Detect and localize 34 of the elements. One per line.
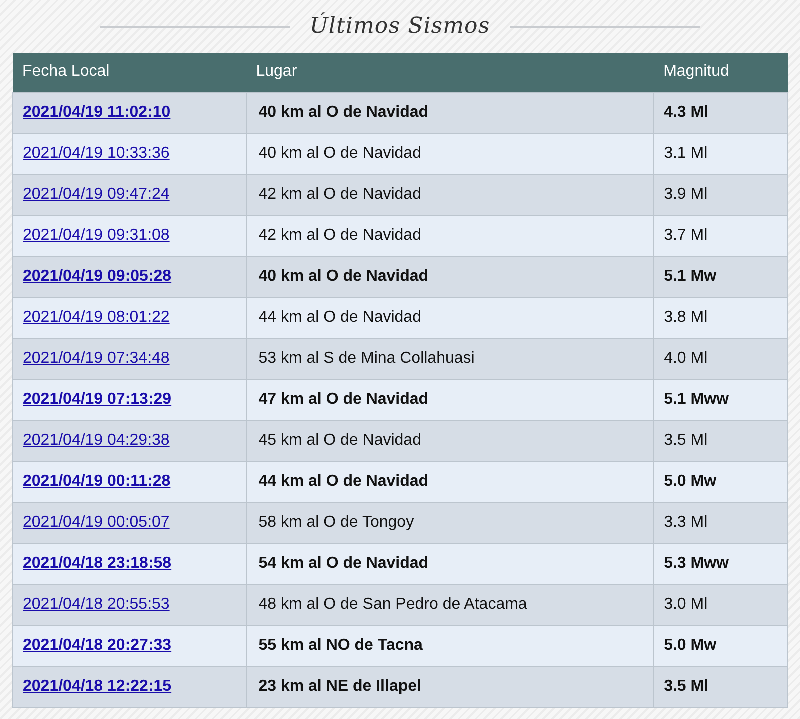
table-cell: 3.3 Ml: [654, 502, 788, 543]
table-cell: 40 km al O de Navidad: [246, 256, 654, 297]
table-cell: 5.1 Mww: [654, 379, 788, 420]
table-cell: 40 km al O de Navidad: [246, 92, 654, 133]
table-cell: 44 km al O de Navidad: [246, 297, 654, 338]
column-header: Fecha Local: [12, 53, 246, 92]
table-cell: 44 km al O de Navidad: [246, 461, 654, 502]
table-cell: 58 km al O de Tongoy: [246, 502, 654, 543]
table-cell: 4.3 Ml: [654, 92, 788, 133]
page-title: Últimos Sismos: [310, 12, 490, 41]
column-header: Magnitud: [654, 53, 788, 92]
table-cell: 55 km al NO de Tacna: [246, 625, 654, 666]
table-cell: 47 km al O de Navidad: [246, 379, 654, 420]
table-cell: 3.1 Ml: [654, 133, 788, 174]
table-cell: 5.0 Mw: [654, 461, 788, 502]
table-cell: 54 km al O de Navidad: [246, 543, 654, 584]
table-cell: 5.1 Mw: [654, 256, 788, 297]
table-cell: 42 km al O de Navidad: [246, 215, 654, 256]
table-cell: 23 km al NE de Illapel: [246, 666, 654, 707]
table-cell: 3.5 Ml: [654, 666, 788, 707]
table-cell: 3.9 Ml: [654, 174, 788, 215]
table-cell: 42 km al O de Navidad: [246, 174, 654, 215]
table-cell: 5.3 Mww: [654, 543, 788, 584]
table-cell: 3.0 Ml: [654, 584, 788, 625]
table-cell: 48 km al O de San Pedro de Atacama: [246, 584, 654, 625]
column-header: Lugar: [246, 53, 654, 92]
table-cell: 5.0 Mw: [654, 625, 788, 666]
table-cell: 3.5 Ml: [654, 420, 788, 461]
table-cell: 40 km al O de Navidad: [246, 133, 654, 174]
table-cell: 45 km al O de Navidad: [246, 420, 654, 461]
table-cell: 3.7 Ml: [654, 215, 788, 256]
table-cell: 3.8 Ml: [654, 297, 788, 338]
table-cell: 4.0 Ml: [654, 338, 788, 379]
table-cell: 53 km al S de Mina Collahuasi: [246, 338, 654, 379]
